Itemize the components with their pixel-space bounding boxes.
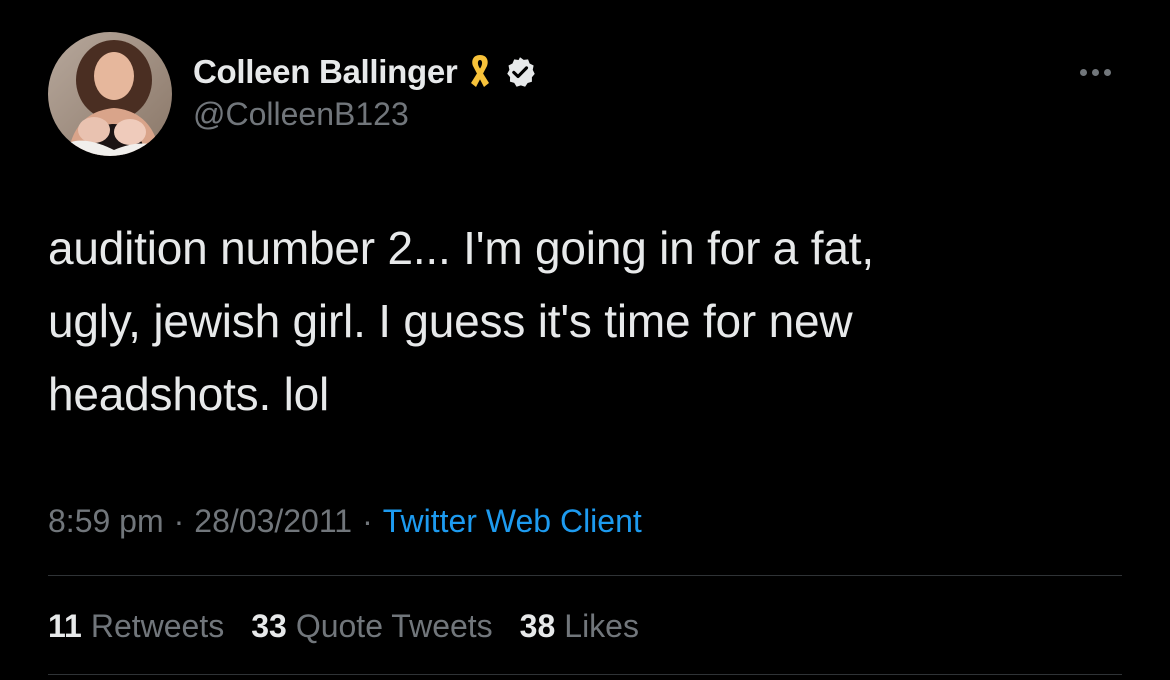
meta-separator: ·: [362, 502, 373, 539]
tweet-meta: 8:59 pm · 28/03/2011 · Twitter Web Clien…: [48, 498, 642, 544]
profile-photo-avatar: [48, 32, 172, 156]
author-avatar[interactable]: [48, 32, 172, 156]
retweets-count: 11: [48, 607, 82, 644]
more-options-button[interactable]: [1068, 56, 1122, 88]
quote-tweets-stat[interactable]: 33 Quote Tweets: [251, 608, 492, 645]
verified-badge-icon: [503, 55, 537, 89]
divider: [48, 575, 1122, 576]
likes-stat[interactable]: 38 Likes: [520, 608, 639, 645]
likes-label: Likes: [564, 607, 639, 644]
tweet-text: audition number 2... I'm going in for a …: [48, 222, 874, 420]
more-dot-icon: [1103, 68, 1111, 76]
meta-separator: ·: [173, 502, 185, 539]
quote-tweets-label: Quote Tweets: [295, 607, 493, 644]
divider: [48, 674, 1122, 675]
retweets-label: Retweets: [90, 607, 225, 644]
author-display-name[interactable]: Colleen Ballinger: [193, 53, 458, 91]
tweet-source-link[interactable]: Twitter Web Client: [383, 503, 642, 540]
author-name-row: Colleen Ballinger: [193, 50, 537, 94]
quote-tweets-count: 33: [251, 607, 287, 644]
author-handle[interactable]: @ColleenB123: [193, 96, 409, 133]
more-dot-icon: [1079, 68, 1087, 76]
retweets-stat[interactable]: 11 Retweets: [48, 608, 224, 645]
yellow-awareness-ribbon-icon: [467, 53, 493, 91]
more-dot-icon: [1091, 68, 1099, 76]
tweet-stats: 11 Retweets 33 Quote Tweets 38 Likes: [48, 604, 666, 648]
tweet-date[interactable]: 28/03/2011: [194, 503, 352, 540]
likes-count: 38: [519, 607, 556, 644]
tweet-time[interactable]: 8:59 pm: [48, 503, 164, 540]
